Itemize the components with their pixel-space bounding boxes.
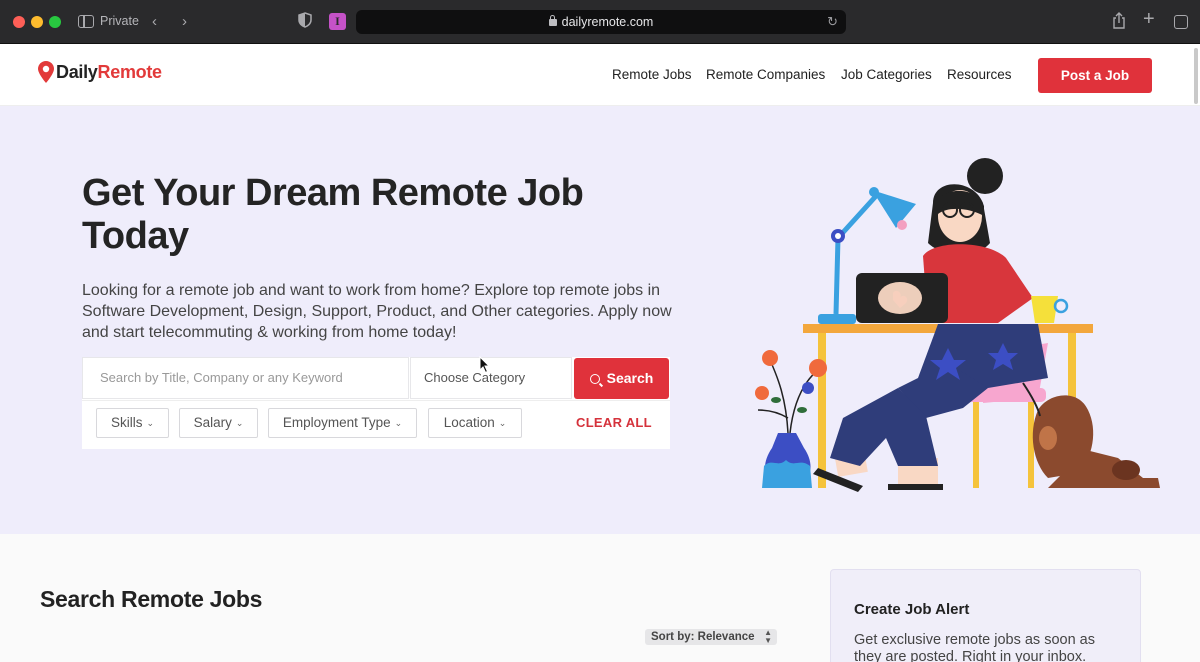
alert-description: Get exclusive remote jobs as soon as the… — [854, 632, 1095, 662]
zoom-window-button[interactable] — [49, 16, 61, 28]
plus-icon[interactable]: + — [1143, 9, 1155, 29]
url-text: dailyremote.com — [561, 15, 654, 29]
section-title: Search Remote Jobs — [40, 586, 263, 612]
clear-all-button[interactable]: CLEAR ALL — [576, 415, 652, 430]
chevron-down-icon: ⌄ — [235, 418, 244, 428]
lock-icon — [548, 15, 557, 26]
sort-select[interactable]: Sort by: Relevance ▲ ▼ — [645, 629, 777, 645]
chevron-down-icon: ⌄ — [394, 418, 403, 428]
chevron-left-icon[interactable]: ‹ — [152, 12, 157, 32]
updown-arrows-icon: ▲ ▼ — [764, 628, 772, 645]
alert-title: Create Job Alert — [854, 601, 970, 618]
map-pin-icon — [38, 61, 54, 83]
job-alert-card: Create Job Alert Get exclusive remote jo… — [830, 569, 1141, 662]
search-button-label: Search — [606, 370, 654, 386]
chevron-down-icon: ⌄ — [146, 418, 155, 428]
chevron-down-icon: ⌄ — [498, 418, 507, 428]
shield-icon[interactable] — [298, 12, 312, 34]
site-header: DailyRemote Remote Jobs Remote Companies… — [0, 44, 1200, 106]
category-select[interactable]: Choose Category — [410, 357, 572, 399]
nav-remote-jobs[interactable]: Remote Jobs — [612, 67, 692, 82]
location-filter-label: Location — [443, 415, 495, 430]
close-window-button[interactable] — [13, 16, 25, 28]
nav-job-categories[interactable]: Job Categories — [841, 67, 932, 82]
search-button[interactable]: Search — [574, 358, 669, 399]
private-label: Private — [100, 14, 139, 28]
mouse-cursor-icon — [479, 356, 491, 374]
sidebar-icon[interactable] — [78, 15, 94, 28]
logo-text-daily: Daily — [56, 61, 98, 82]
scrollbar[interactable] — [1194, 48, 1198, 104]
nav-remote-companies[interactable]: Remote Companies — [706, 67, 825, 82]
location-filter[interactable]: Location ⌄ — [428, 408, 522, 438]
jobs-section: Search Remote Jobs Sort by: Relevance ▲ ▼… — [0, 534, 1200, 662]
keyword-search-input[interactable]: Search by Title, Company or any Keyword — [82, 357, 409, 399]
skills-filter-label: Skills — [110, 415, 143, 430]
logo-text-remote: Remote — [97, 61, 163, 82]
extension-icon[interactable]: I — [329, 13, 346, 30]
search-icon — [589, 374, 600, 384]
salary-filter-label: Salary — [193, 415, 232, 430]
employment-type-filter-label: Employment Type — [282, 415, 391, 430]
address-bar[interactable]: dailyremote.com ↻ — [356, 10, 846, 34]
hero-illustration — [755, 158, 1160, 492]
job-search-form: Search by Title, Company or any Keyword … — [82, 357, 670, 449]
salary-filter[interactable]: Salary ⌄ — [179, 408, 258, 438]
share-icon[interactable] — [1112, 12, 1126, 35]
sort-select-label: Sort by: Relevance — [651, 631, 755, 643]
minimize-window-button[interactable] — [31, 16, 43, 28]
logo[interactable]: DailyRemote — [38, 61, 162, 83]
tabs-icon[interactable] — [1174, 15, 1188, 29]
reload-icon[interactable]: ↻ — [827, 14, 838, 30]
filter-row: Skills ⌄ Salary ⌄ Employment Type ⌄ Locatio… — [82, 400, 670, 449]
chevron-right-icon[interactable]: › — [182, 12, 187, 32]
post-a-job-button[interactable]: Post a Job — [1038, 58, 1152, 93]
hero-title: Get Your Dream Remote Job Today — [82, 172, 584, 257]
hero-description: Looking for a remote job and want to wor… — [82, 282, 672, 341]
skills-filter[interactable]: Skills ⌄ — [96, 408, 169, 438]
browser-toolbar: Private ‹ › I dailyremote.com ↻ + — [0, 0, 1200, 44]
nav-resources[interactable]: Resources — [947, 67, 1012, 82]
employment-type-filter[interactable]: Employment Type ⌄ — [268, 408, 417, 438]
